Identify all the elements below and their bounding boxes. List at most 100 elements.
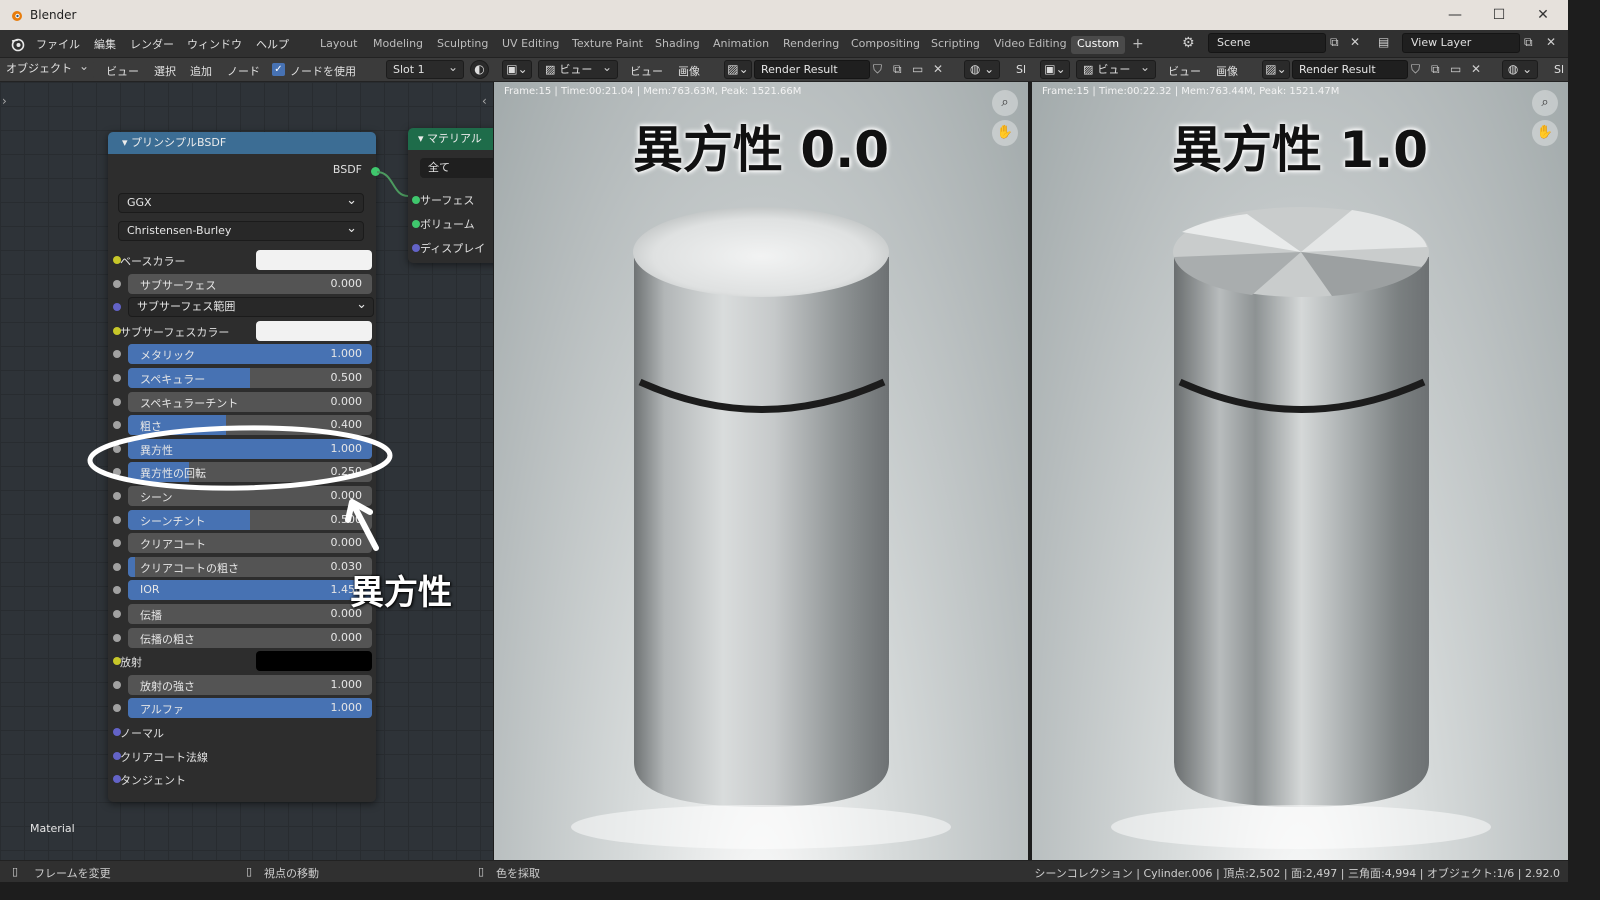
tab-shading[interactable]: Shading — [649, 36, 706, 54]
view-layer-selector-icon[interactable]: ▤ — [1378, 35, 1389, 49]
delete-view-layer-icon[interactable]: ✕ — [1546, 35, 1556, 49]
image-browse-icon-right[interactable]: ▨⌄ — [1262, 60, 1290, 79]
new-image-icon[interactable]: ⧉ — [893, 62, 902, 77]
render-result-field-left[interactable]: Render Result — [754, 60, 870, 79]
input-socket[interactable] — [113, 350, 121, 359]
input-socket[interactable] — [113, 374, 121, 382]
value-slider[interactable]: サブサーフェス 0.000 — [128, 273, 372, 294]
delete-scene-icon[interactable]: ✕ — [1350, 35, 1360, 49]
tab-layout[interactable]: Layout — [314, 36, 363, 54]
value-slider[interactable]: スペキュラーチント 0.000 — [128, 391, 372, 412]
image-view-dropdown-left[interactable]: ▨ ビュー — [538, 59, 618, 79]
tab-uv-editing[interactable]: UV Editing — [496, 36, 565, 54]
input-socket[interactable] — [113, 397, 121, 406]
volume-socket[interactable] — [412, 220, 420, 228]
bsdf-row[interactable]: ノーマル — [113, 722, 364, 742]
bsdf-row[interactable]: クリアコート法線 — [113, 746, 364, 766]
bsdf-row[interactable]: サブサーフェス範囲 — [113, 296, 374, 318]
volume-input[interactable]: ボリューム — [412, 216, 475, 232]
displacement-socket[interactable] — [412, 244, 420, 252]
node-menu-view[interactable]: ビュー — [106, 63, 139, 79]
display-channels-icon[interactable]: ◍ ⌄ — [964, 60, 1000, 79]
image-menu-view-right[interactable]: ビュー — [1168, 63, 1201, 79]
maximize-button[interactable]: ☐ — [1484, 4, 1514, 26]
image-viewer-right[interactable]: Frame:15 | Time:00:22.32 | Mem:763.44M, … — [1032, 82, 1568, 860]
unlink-image-icon[interactable]: ✕ — [933, 62, 943, 76]
toolbar-expand-icon[interactable]: › — [2, 94, 7, 108]
bsdf-row[interactable]: サブサーフェス 0.000 — [113, 273, 372, 294]
subsurface-method-dropdown[interactable]: Christensen-Burley — [118, 220, 364, 241]
scene-selector-icon[interactable]: ⚙ — [1182, 35, 1195, 51]
value-slider[interactable]: 伝播 0.000 — [128, 604, 372, 624]
slot-dropdown[interactable]: Slot 1 — [386, 59, 464, 79]
input-socket[interactable] — [113, 633, 121, 642]
value-slider[interactable]: 伝播の粗さ 0.000 — [128, 627, 372, 648]
use-nodes-checkbox[interactable]: ✓ — [272, 63, 285, 76]
image-menu-image-right[interactable]: 画像 — [1216, 63, 1238, 79]
open-image-folder-icon[interactable]: ▭ — [912, 62, 923, 76]
value-slider[interactable]: 放射の強さ 1.000 — [128, 674, 372, 695]
tab-scripting[interactable]: Scripting — [925, 36, 986, 54]
bsdf-row[interactable]: 伝播の粗さ 0.000 — [113, 627, 372, 648]
tab-sculpting[interactable]: Sculpting — [431, 36, 494, 54]
input-socket[interactable] — [113, 303, 121, 312]
image-browse-icon[interactable]: ▨⌄ — [724, 60, 752, 79]
input-socket[interactable] — [113, 704, 121, 713]
menu-help[interactable]: ヘルプ — [256, 36, 289, 52]
bsdf-row[interactable]: スペキュラー 0.500 — [113, 368, 372, 388]
open-image-folder-icon-right[interactable]: ▭ — [1450, 62, 1461, 76]
bsdf-row[interactable]: メタリック 1.000 — [113, 344, 372, 365]
material-output-node[interactable]: ▾ マテリアル 全て サーフェス ボリューム ディスプレイ — [408, 128, 493, 263]
fake-user-shield-icon[interactable]: ⛉ — [873, 62, 882, 77]
tab-animation[interactable]: Animation — [707, 36, 775, 54]
node-menu-add[interactable]: 追加 — [190, 63, 212, 79]
unlink-image-icon-right[interactable]: ✕ — [1471, 62, 1481, 76]
value-slider[interactable]: スペキュラー 0.500 — [128, 368, 372, 388]
collapse-arrow-icon-output[interactable]: ▾ — [418, 132, 427, 145]
color-swatch[interactable] — [256, 651, 372, 672]
tab-compositing[interactable]: Compositing — [845, 36, 926, 54]
tab-video-editing[interactable]: Video Editing — [988, 36, 1073, 54]
bsdf-row[interactable]: タンジェント — [113, 769, 364, 789]
input-socket[interactable] — [113, 680, 121, 689]
bsdf-row[interactable]: 伝播 0.000 — [113, 604, 372, 624]
displacement-input[interactable]: ディスプレイ — [412, 240, 485, 256]
view-layer-field[interactable]: View Layer — [1402, 33, 1520, 53]
distribution-dropdown[interactable]: GGX — [118, 192, 364, 213]
minimize-button[interactable]: — — [1440, 4, 1470, 26]
tab-modeling[interactable]: Modeling — [367, 36, 429, 54]
scene-field[interactable]: Scene — [1208, 33, 1326, 53]
new-view-layer-icon[interactable]: ⧉ — [1524, 35, 1533, 50]
node-menu-select[interactable]: 選択 — [154, 63, 176, 79]
material-output-header[interactable]: ▾ マテリアル — [408, 128, 493, 150]
material-sphere-icon[interactable]: ◐ — [470, 60, 489, 79]
editor-type-icon[interactable]: ▣⌄ — [502, 60, 532, 79]
menu-edit[interactable]: 編集 — [94, 36, 116, 52]
bsdf-row[interactable]: サブサーフェスカラー — [113, 320, 372, 341]
color-swatch[interactable] — [256, 320, 372, 341]
input-socket[interactable] — [113, 586, 121, 595]
node-editor[interactable]: › ‹ ▾ プリンシプルBSDF BSDF GGX Christensen-Bu… — [0, 82, 493, 860]
image-menu-view-left[interactable]: ビュー — [630, 63, 663, 79]
bsdf-row[interactable]: スペキュラーチント 0.000 — [113, 391, 372, 412]
value-slider[interactable]: IOR 1.450 — [128, 580, 372, 601]
tab-rendering[interactable]: Rendering — [777, 36, 845, 54]
surface-socket[interactable] — [412, 196, 420, 204]
output-target-dropdown[interactable]: 全て — [420, 158, 493, 178]
bsdf-row[interactable]: 放射 — [113, 651, 372, 672]
input-socket[interactable] — [113, 562, 121, 571]
tab-custom[interactable]: Custom — [1071, 36, 1126, 54]
bsdf-row[interactable]: アルファ 1.000 — [113, 698, 372, 719]
bsdf-row[interactable]: IOR 1.450 — [113, 580, 372, 601]
render-result-field-right[interactable]: Render Result — [1292, 60, 1408, 79]
input-socket[interactable] — [113, 610, 121, 618]
new-scene-icon[interactable]: ⧉ — [1330, 35, 1339, 50]
blender-menu-icon[interactable] — [10, 36, 26, 52]
tab-texture-paint[interactable]: Texture Paint — [566, 36, 649, 54]
surface-input[interactable]: サーフェス — [412, 192, 474, 208]
input-socket[interactable] — [113, 279, 121, 288]
menu-render[interactable]: レンダー — [130, 36, 174, 52]
color-swatch[interactable] — [256, 250, 372, 270]
node-menu-node[interactable]: ノード — [227, 63, 260, 79]
add-workspace-button[interactable]: + — [1126, 36, 1150, 54]
